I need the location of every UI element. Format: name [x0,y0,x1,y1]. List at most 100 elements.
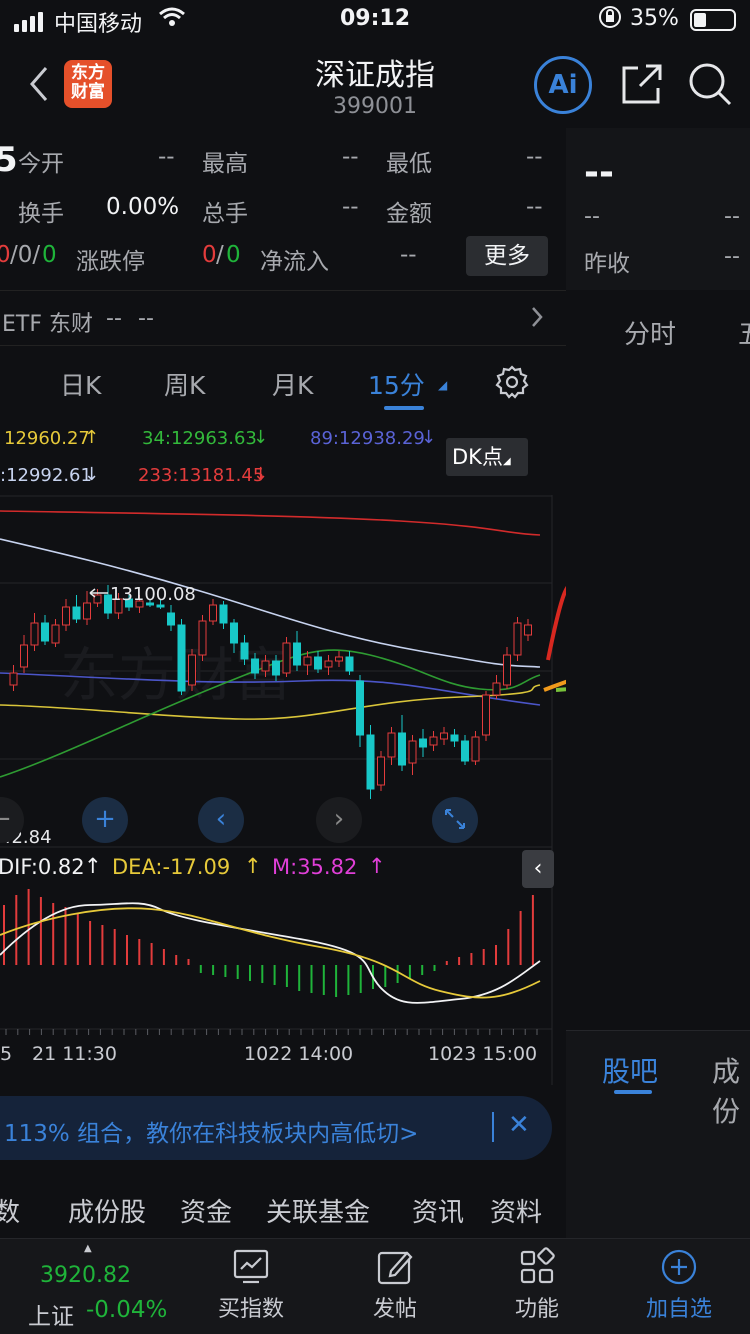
cat-related-funds[interactable]: 关联基金 [266,1192,370,1229]
candle [450,734,459,742]
gear-icon[interactable] [494,364,530,400]
right-side-panel: -- -- -- 昨收 -- 分时 五 股吧 成份 [566,128,750,1238]
ma-a-arrow: ↑ [84,427,100,448]
candle [408,740,417,764]
candle [167,612,175,626]
ma233-arrow: ↓ [253,464,269,485]
candle [324,660,333,668]
open-value: -- [158,144,175,170]
volume-label: 总手 [202,201,248,227]
share-icon[interactable] [620,62,664,106]
candle [461,740,469,762]
ma-b-value: :12992.61 [0,465,92,486]
nav-add-label: 加自选 [645,1297,712,1322]
candle [240,642,249,660]
scroll-right-button[interactable]: › [316,797,362,843]
cat-components[interactable]: 成份股 [68,1192,146,1229]
chevron-right-icon [530,305,544,335]
candle [20,644,28,668]
dk-button[interactable]: DK点◢ [446,438,528,476]
scroll-left-button[interactable]: ‹ [198,797,244,843]
price-digit-cut: 5 [0,140,18,180]
market-index-ticker[interactable]: ▲ 3920.82 上证 -0.04% [0,1239,180,1334]
more-button[interactable]: 更多 [466,236,548,276]
status-bar: 中国移动 09:12 35% [0,0,750,42]
candle [314,656,322,670]
cat-news[interactable]: 资讯 [412,1192,464,1229]
tab-five[interactable]: 五 [738,314,750,351]
candle [251,658,259,674]
zoom-in-button[interactable]: + [82,797,128,843]
index-change: -0.04% [86,1297,168,1323]
dif-value: DIF:0.82 [0,855,85,879]
candle [471,736,480,762]
macd-legend: DIF:0.82 ↑ DEA:-17.09 ↑ M:35.82 ↑ [0,852,566,886]
candle [219,604,228,624]
tab-month-k[interactable]: 月K [272,366,313,402]
battery-percent: 35% [630,6,679,31]
ma233-line [0,510,541,536]
fullscreen-icon[interactable] [432,797,478,843]
cat-index[interactable]: 数 [0,1192,20,1229]
candle [261,660,270,672]
tab-guba[interactable]: 股吧 [602,1050,658,1090]
etf-bar[interactable]: ETF 东财 -- -- [0,290,566,346]
nav-add-watchlist[interactable]: 加自选 [624,1239,734,1334]
volume-value: -- [342,194,359,220]
nav-post[interactable]: 发帖 [340,1239,450,1334]
bottom-nav: ▲ 3920.82 上证 -0.04% 买指数 发帖 功能 加自选 [0,1238,750,1334]
ai-icon[interactable]: Ai [534,56,592,114]
limit-label: 涨跌停 [76,249,145,275]
x-axis-ticks [5,1029,538,1035]
candle [492,682,501,696]
collapse-panel-button[interactable]: ‹ [522,850,554,888]
candle [51,624,60,644]
search-icon[interactable] [686,60,734,108]
cat-funds[interactable]: 资金 [180,1192,232,1229]
limit-sep: / [216,242,224,268]
candle [345,656,354,672]
guba-underline [614,1090,652,1094]
promo-divider [492,1112,494,1142]
add-circle-icon [661,1249,697,1285]
candle [177,624,186,692]
ticker-up-icon: ▲ [84,1243,92,1254]
close-icon[interactable]: ✕ [508,1110,530,1140]
info-category-tabs: 数 成份股 资金 关联基金 资讯 资料 [0,1180,566,1236]
turnover-value: 0.00% [106,194,180,220]
candle [387,732,396,758]
tab-day-k[interactable]: 日K [60,366,101,402]
promo-text: 113% 组合，教你在科技板块内高低切> [4,1121,419,1147]
candle [198,620,207,656]
turnover-label: 换手 [18,201,64,227]
candle [440,732,448,740]
low-value: -- [526,144,543,170]
x-label-2: 1022 14:00 [244,1043,353,1065]
high-label: 最高 [202,151,248,177]
cat-profile[interactable]: 资料 [490,1192,542,1229]
rotation-lock-icon [598,5,622,35]
kline-chart[interactable]: 东方财富 13100.08 42.84 5 21 11:30 1022 14:0… [0,495,566,1085]
candle [419,738,427,748]
nav-functions[interactable]: 功能 [482,1239,592,1334]
candle [156,604,165,608]
candle [83,602,91,620]
dk-corner-icon: ◢ [502,456,511,467]
etf-value1: -- [106,306,122,331]
dea-arrow: ↑ [244,854,262,878]
ma-a-value: 12960.27 [4,428,90,449]
flat-count: /0/ [10,242,41,268]
tab-week-k[interactable]: 周K [164,366,205,402]
nav-buy-index[interactable]: 买指数 [196,1239,306,1334]
candle [377,756,385,786]
candle [524,624,532,636]
ma34-value: 34:12963.63 [142,428,257,449]
netflow-label: 净流入 [260,249,329,275]
candle [230,622,238,644]
candle [30,622,39,646]
tab-15min[interactable]: 15分 [368,366,425,402]
x-label-0: 5 [0,1043,12,1065]
promo-banner[interactable]: 113% 组合，教你在科技板块内高低切> ✕ [0,1096,552,1160]
tab-components[interactable]: 成份 [712,1050,750,1130]
tab-minute[interactable]: 分时 [624,314,676,351]
